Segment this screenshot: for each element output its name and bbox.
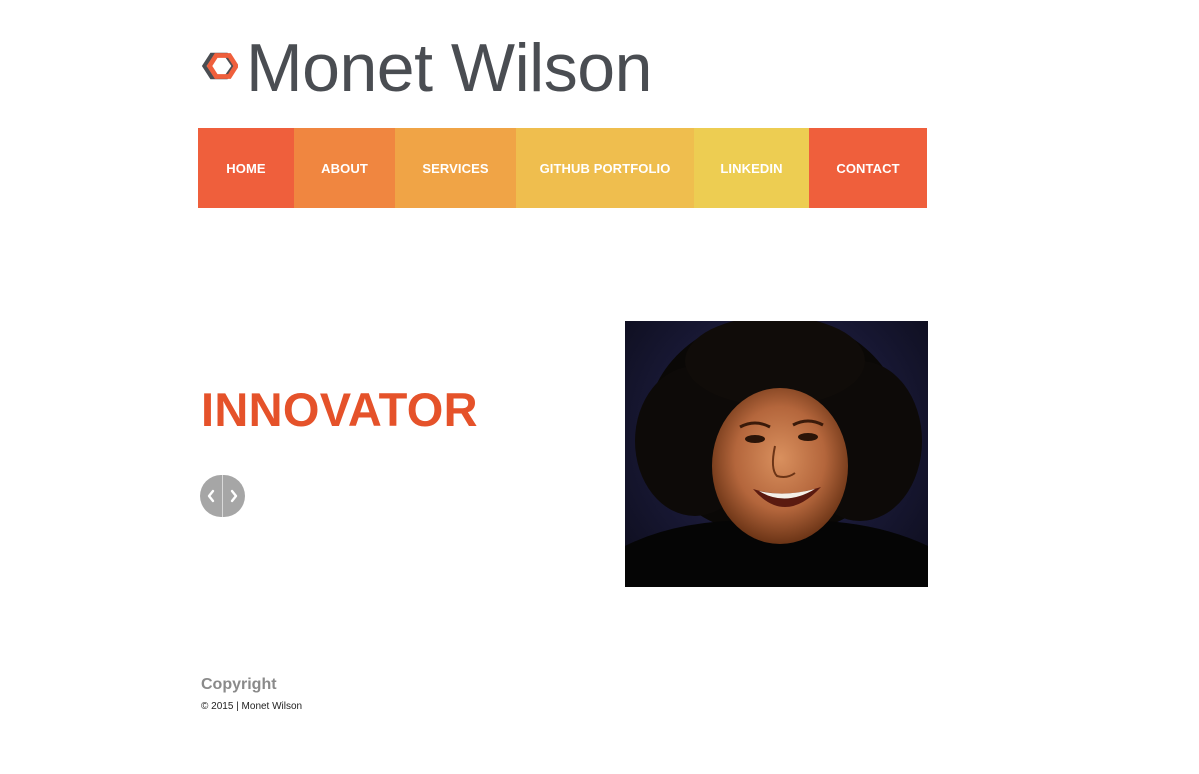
chevron-right-icon [230,489,238,503]
slider-prev-button[interactable] [200,475,222,517]
hero-headline: INNOVATOR [201,383,478,436]
nav-linkedin[interactable]: LINKEDIN [694,128,809,208]
main-nav: HOME ABOUT SERVICES GITHUB PORTFOLIO LIN… [198,128,927,208]
nav-github-portfolio[interactable]: GITHUB PORTFOLIO [516,128,694,208]
nav-contact[interactable]: CONTACT [809,128,927,208]
site-header: Monet Wilson [200,30,652,106]
nav-home[interactable]: HOME [198,128,294,208]
slider-next-button[interactable] [223,475,245,517]
profile-photo [625,321,928,587]
site-title[interactable]: Monet Wilson [246,34,652,102]
portrait-illustration [625,321,928,587]
nav-about[interactable]: ABOUT [294,128,395,208]
footer-heading: Copyright [201,676,277,693]
slider-controls [200,475,245,517]
hexagon-logo-icon[interactable] [200,47,238,85]
nav-services[interactable]: SERVICES [395,128,516,208]
footer-copyright: © 2015 | Monet Wilson [201,701,303,712]
chevron-left-icon [207,489,215,503]
